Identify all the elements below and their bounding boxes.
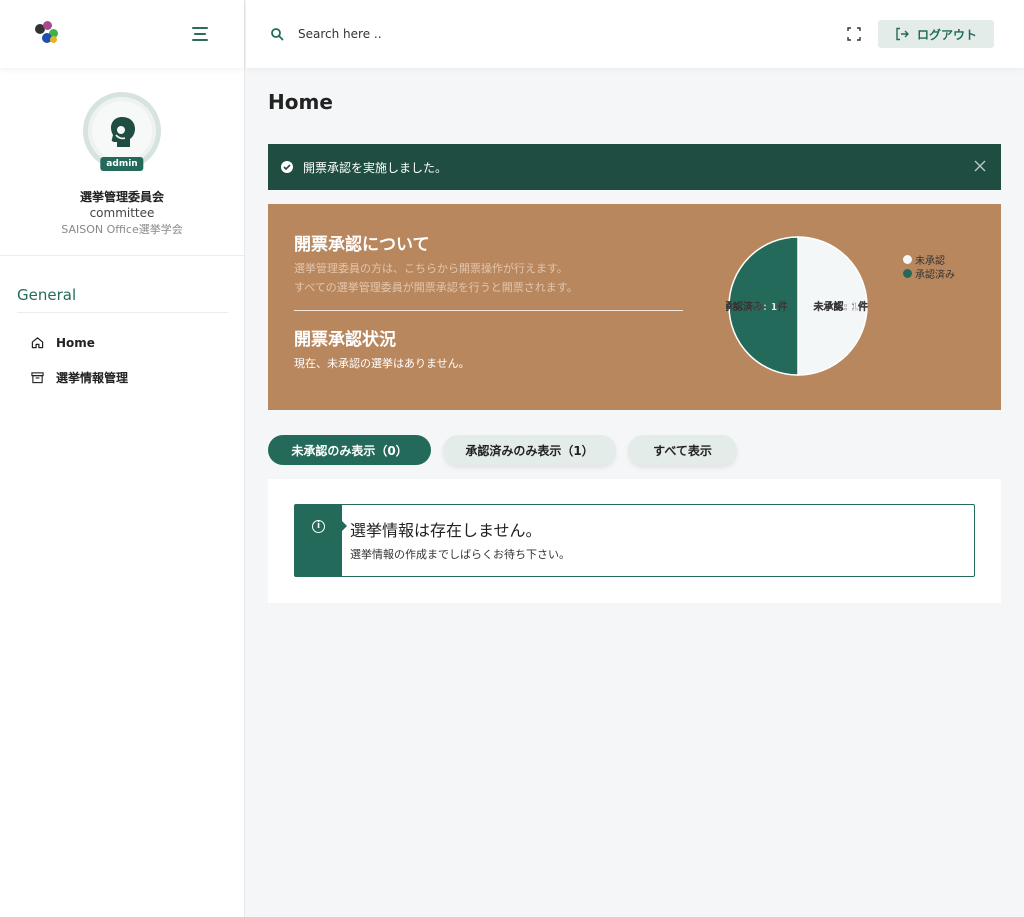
status-heading: 開票承認状況 bbox=[294, 330, 396, 350]
logout-button[interactable]: ログアウト bbox=[878, 20, 994, 48]
approval-description-1: 選挙管理委員の方は、こちらから開票操作が行えます。 bbox=[294, 262, 568, 275]
filter-unapproved-button[interactable]: 未承認のみ表示（0） bbox=[268, 435, 431, 465]
alert-message: 開票承認を実施しました。 bbox=[303, 160, 448, 175]
search-input[interactable] bbox=[298, 27, 698, 41]
logout-label: ログアウト bbox=[916, 27, 977, 42]
profile-organization: SAISON Office選挙学会 bbox=[61, 223, 183, 236]
user-profile: admin 選挙管理委員会 committee SAISON Office選挙学… bbox=[0, 68, 244, 256]
approval-heading: 開票承認について bbox=[294, 235, 430, 255]
page-title: Home bbox=[268, 90, 333, 114]
fullscreen-icon[interactable] bbox=[847, 27, 861, 41]
notice-title: 選挙情報は存在しません。 bbox=[350, 521, 542, 540]
info-icon: i bbox=[312, 520, 325, 533]
profile-role: committee bbox=[89, 206, 155, 220]
sidebar: admin 選挙管理委員会 committee SAISON Office選挙学… bbox=[0, 0, 245, 917]
pie-slice-label: 承認済み: 1件 bbox=[726, 300, 787, 313]
logout-icon bbox=[896, 27, 909, 41]
top-header: ログアウト bbox=[246, 0, 1024, 68]
sidebar-item-election-management[interactable]: 選挙情報管理 bbox=[0, 360, 244, 395]
filter-all-button[interactable]: すべて表示 bbox=[628, 435, 737, 465]
app-logo[interactable] bbox=[34, 21, 60, 47]
pie-slice-label: 未承認: 1件 bbox=[813, 300, 868, 313]
profile-name: 選挙管理委員会 bbox=[79, 190, 164, 204]
status-text: 現在、未承認の選挙はありません。 bbox=[294, 357, 470, 370]
search-icon bbox=[271, 28, 284, 41]
notice-message: 選挙情報の作成までしばらくお待ち下さい。 bbox=[350, 548, 570, 561]
approval-banner: 開票承認について 選挙管理委員の方は、こちらから開票操作が行えます。 すべての選… bbox=[268, 204, 1001, 410]
approval-pie-chart: 未承認: 1件 承認済み: 1件 bbox=[723, 234, 870, 378]
empty-notice: i 選挙情報は存在しません。 選挙情報の作成までしばらくお待ち下さい。 bbox=[294, 504, 975, 577]
avatar[interactable]: admin bbox=[83, 92, 161, 171]
home-icon bbox=[30, 336, 44, 350]
close-icon[interactable] bbox=[973, 159, 987, 173]
chart-legend: 未承認 承認済み bbox=[903, 252, 955, 281]
sidebar-header bbox=[0, 0, 244, 68]
election-list-card: i 選挙情報は存在しません。 選挙情報の作成までしばらくお待ち下さい。 bbox=[268, 479, 1001, 603]
nav-section-title: General bbox=[17, 286, 228, 313]
success-alert: 開票承認を実施しました。 bbox=[268, 144, 1001, 190]
sidebar-item-home[interactable]: Home bbox=[0, 325, 244, 360]
check-circle-icon bbox=[281, 161, 293, 173]
legend-item[interactable]: 未承認 bbox=[903, 252, 955, 267]
sidebar-item-label: Home bbox=[56, 335, 95, 350]
menu-toggle-icon[interactable] bbox=[192, 27, 210, 41]
archive-icon bbox=[30, 371, 44, 385]
approval-description-2: すべての選挙管理委員が開票承認を行うと開票されます。 bbox=[294, 281, 578, 294]
role-badge: admin bbox=[100, 157, 144, 171]
filter-approved-button[interactable]: 承認済みのみ表示（1） bbox=[443, 435, 616, 465]
divider bbox=[294, 310, 683, 311]
sidebar-item-label: 選挙情報管理 bbox=[56, 371, 129, 385]
legend-item[interactable]: 承認済み bbox=[903, 266, 955, 281]
support-agent-icon bbox=[111, 117, 135, 147]
